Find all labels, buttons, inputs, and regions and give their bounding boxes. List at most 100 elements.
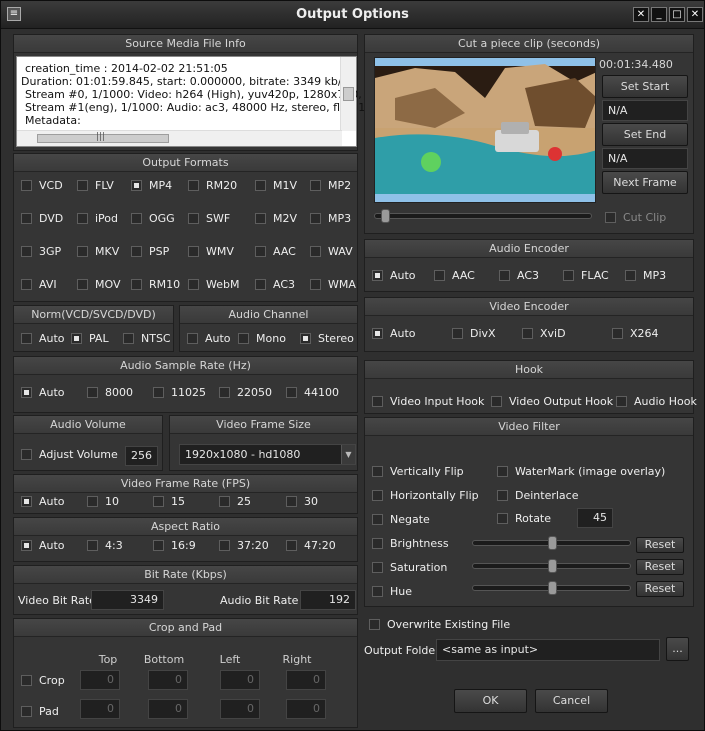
crop-left-field[interactable]: 0 <box>220 670 260 690</box>
checkbox-box[interactable] <box>77 180 88 191</box>
format-m1v-checkbox[interactable]: M1V <box>255 179 297 192</box>
format-aac-checkbox[interactable]: AAC <box>255 245 296 258</box>
format-ac3-checkbox[interactable]: AC3 <box>255 278 295 291</box>
sample-rate-8000-checkbox[interactable]: 8000 <box>87 386 133 399</box>
checkbox-box[interactable] <box>452 328 463 339</box>
checkbox-box[interactable] <box>255 180 266 191</box>
overwrite-checkbox[interactable]: Overwrite Existing File <box>369 618 510 631</box>
checkbox-box[interactable] <box>310 279 321 290</box>
aspect-4-3-checkbox[interactable]: 4:3 <box>87 539 123 552</box>
seek-knob[interactable] <box>381 209 390 223</box>
format-ogg-checkbox[interactable]: OGG <box>131 212 175 225</box>
format-rm20-checkbox[interactable]: RM20 <box>188 179 237 192</box>
checkbox-box[interactable] <box>372 514 383 525</box>
browse-button[interactable]: ... <box>666 637 689 661</box>
format-webm-checkbox[interactable]: WebM <box>188 278 239 291</box>
checkbox-box[interactable] <box>188 180 199 191</box>
audio-channel-mono-checkbox[interactable]: Mono <box>238 332 286 345</box>
sample-rate-22050-checkbox[interactable]: 22050 <box>219 386 272 399</box>
checkbox-box[interactable] <box>21 180 32 191</box>
crop-top-field[interactable]: 0 <box>80 670 120 690</box>
checkbox-box[interactable] <box>563 270 574 281</box>
seek-slider[interactable] <box>374 209 592 223</box>
checkbox-box[interactable] <box>71 333 82 344</box>
hook-video-input-hook-checkbox[interactable]: Video Input Hook <box>372 395 484 408</box>
aspect-16-9-checkbox[interactable]: 16:9 <box>153 539 196 552</box>
audio-encoder-aac-checkbox[interactable]: AAC <box>434 269 475 282</box>
checkbox-box[interactable] <box>310 246 321 257</box>
crop-right-field[interactable]: 0 <box>286 670 326 690</box>
checkbox-box[interactable] <box>372 586 383 597</box>
pad-top-field[interactable]: 0 <box>80 699 120 719</box>
video-encoder-auto-checkbox[interactable]: Auto <box>372 327 416 340</box>
audio-encoder-flac-checkbox[interactable]: FLAC <box>563 269 609 282</box>
chevron-down-icon[interactable]: ▼ <box>341 445 355 464</box>
maximize-icon[interactable]: □ <box>669 7 685 22</box>
checkbox-box[interactable] <box>497 513 508 524</box>
aspect-37-20-checkbox[interactable]: 37:20 <box>219 539 269 552</box>
format-wmv-checkbox[interactable]: WMV <box>188 245 234 258</box>
audio-channel-stereo-checkbox[interactable]: Stereo <box>300 332 354 345</box>
hue-checkbox[interactable]: Hue <box>372 585 412 598</box>
sample-rate-44100-checkbox[interactable]: 44100 <box>286 386 339 399</box>
checkbox-box[interactable] <box>255 246 266 257</box>
vertical-scrollbar[interactable] <box>340 57 356 131</box>
checkbox-box[interactable] <box>369 619 380 630</box>
video-bit-rate-field[interactable]: 3349 <box>91 590 164 610</box>
saturation-slider[interactable] <box>472 559 631 573</box>
checkbox-box[interactable] <box>497 490 508 501</box>
audio-encoder-ac3-checkbox[interactable]: AC3 <box>499 269 539 282</box>
set-end-button[interactable]: Set End <box>602 123 688 146</box>
format-vcd-checkbox[interactable]: VCD <box>21 179 63 192</box>
vertical-flip-checkbox[interactable]: Vertically Flip <box>372 465 464 478</box>
checkbox-box[interactable] <box>286 540 297 551</box>
end-value-field[interactable]: N/A <box>602 148 688 169</box>
checkbox-box[interactable] <box>255 213 266 224</box>
format-mov-checkbox[interactable]: MOV <box>77 278 120 291</box>
checkbox-box[interactable] <box>87 540 98 551</box>
video-encoder-divx-checkbox[interactable]: DivX <box>452 327 496 340</box>
audio-bit-rate-field[interactable]: 192 <box>300 590 356 610</box>
checkbox-box[interactable] <box>187 333 198 344</box>
checkbox-box[interactable] <box>87 387 98 398</box>
checkbox-box[interactable] <box>131 213 142 224</box>
next-frame-button[interactable]: Next Frame <box>602 171 688 194</box>
audio-encoder-auto-checkbox[interactable]: Auto <box>372 269 416 282</box>
source-info-text[interactable]: creation_time : 2014-02-02 21:51:05 Dura… <box>16 56 372 147</box>
pad-left-field[interactable]: 0 <box>220 699 260 719</box>
scroll-thumb[interactable] <box>343 87 354 101</box>
checkbox-box[interactable] <box>625 270 636 281</box>
format-psp-checkbox[interactable]: PSP <box>131 245 169 258</box>
frame-rate-15-checkbox[interactable]: 15 <box>153 495 185 508</box>
hue-reset-button[interactable]: Reset <box>636 581 684 597</box>
checkbox-box[interactable] <box>310 213 321 224</box>
checkbox-box[interactable] <box>499 270 510 281</box>
watermark-checkbox[interactable]: WaterMark (image overlay) <box>497 465 665 478</box>
checkbox-box[interactable] <box>310 180 321 191</box>
checkbox-box[interactable] <box>153 387 164 398</box>
pad-right-field[interactable]: 0 <box>286 699 326 719</box>
crop-bottom-field[interactable]: 0 <box>148 670 188 690</box>
checkbox-box[interactable] <box>497 466 508 477</box>
format-ipod-checkbox[interactable]: iPod <box>77 212 118 225</box>
checkbox-box[interactable] <box>153 540 164 551</box>
checkbox-box[interactable] <box>131 279 142 290</box>
sample-rate-11025-checkbox[interactable]: 11025 <box>153 386 206 399</box>
set-start-button[interactable]: Set Start <box>602 75 688 98</box>
checkbox-box[interactable] <box>21 279 32 290</box>
volume-value-field[interactable]: 256 <box>125 446 158 466</box>
checkbox-box[interactable] <box>286 387 297 398</box>
close-icon-left[interactable]: ✕ <box>633 7 649 22</box>
format-dvd-checkbox[interactable]: DVD <box>21 212 63 225</box>
aspect-47-20-checkbox[interactable]: 47:20 <box>286 539 336 552</box>
ok-button[interactable]: OK <box>454 689 527 713</box>
checkbox-box[interactable] <box>300 333 311 344</box>
negate-checkbox[interactable]: Negate <box>372 513 430 526</box>
checkbox-box[interactable] <box>238 333 249 344</box>
checkbox-box[interactable] <box>131 180 142 191</box>
checkbox-box[interactable] <box>372 562 383 573</box>
brightness-slider[interactable] <box>472 536 631 550</box>
checkbox-box[interactable] <box>188 213 199 224</box>
checkbox-box[interactable] <box>372 466 383 477</box>
format-wav-checkbox[interactable]: WAV <box>310 245 353 258</box>
